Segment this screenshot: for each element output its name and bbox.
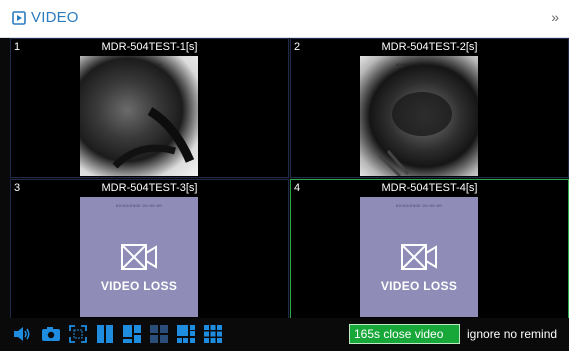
layout-4-icon[interactable] [122, 324, 142, 344]
feed-timestamp: 00/00/0000 00:00:00 [395, 203, 443, 208]
camera-name: MDR-504TEST-2[s] [381, 41, 478, 53]
video-loss-icon [401, 244, 437, 270]
video-cell-1[interactable]: 1 MDR-504TEST-1[s] 00/00/0000 00:00:00 [10, 38, 289, 178]
video-cell-3[interactable]: 3 MDR-504TEST-3[s] 00/00/0000 00:00:00 V… [10, 179, 289, 319]
layout-8-icon[interactable] [176, 324, 196, 344]
video-loss-label: VIDEO LOSS [380, 279, 458, 293]
video-grid: 1 MDR-504TEST-1[s] 00/00/0000 00:00:00 2… [10, 38, 569, 319]
panel-header: VIDEO » [0, 0, 569, 38]
camera-snapshot-icon[interactable] [41, 324, 61, 344]
layout-9-icon[interactable] [203, 324, 223, 344]
video-cell-2[interactable]: 2 MDR-504TEST-2[s] 00/00/0000 00:00:00 [290, 38, 569, 178]
feed-image [112, 107, 195, 169]
layout-6-icon[interactable] [149, 324, 169, 344]
camera-name: MDR-504TEST-3[s] [101, 182, 198, 194]
video-feed: 00/00/0000 00:00:00 VIDEO LOSS [80, 197, 198, 317]
video-toolbar: 165s close video ignore no remind [10, 318, 569, 351]
video-cell-4[interactable]: 4 MDR-504TEST-4[s] 00/00/0000 00:00:00 V… [290, 179, 569, 319]
close-video-countdown[interactable]: 165s close video [349, 324, 460, 344]
speaker-icon[interactable] [12, 324, 32, 344]
camera-name: MDR-504TEST-4[s] [381, 182, 478, 194]
play-box-icon [12, 10, 26, 25]
double-chevron-right-icon[interactable]: » [551, 9, 559, 25]
video-loss-icon [121, 244, 157, 270]
video-panel: VIDEO » 1 MDR-504TEST-1[s] 00/00/0000 00… [0, 0, 569, 351]
video-loss-label: VIDEO LOSS [100, 279, 178, 293]
countdown-label: s close video [374, 327, 444, 341]
layout-1-icon[interactable] [95, 324, 115, 344]
panel-title: VIDEO [31, 9, 79, 26]
countdown-seconds: 165 [354, 327, 375, 341]
video-feed: 00/00/0000 00:00:00 [80, 56, 198, 176]
panel-title-group: VIDEO [12, 9, 79, 26]
video-feed: 00/00/0000 00:00:00 VIDEO LOSS [360, 197, 478, 317]
video-feed: 00/00/0000 00:00:00 [360, 56, 478, 176]
fullscreen-icon[interactable] [68, 324, 88, 344]
feed-image [378, 92, 452, 176]
feed-timestamp: 00/00/0000 00:00:00 [115, 203, 163, 208]
ignore-no-remind-link[interactable]: ignore no remind [467, 327, 557, 341]
camera-name: MDR-504TEST-1[s] [101, 41, 198, 53]
